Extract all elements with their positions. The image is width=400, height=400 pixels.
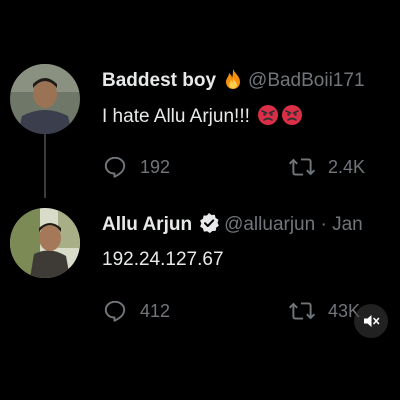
tweet-text: I hate Allu Arjun!!! bbox=[102, 104, 303, 133]
thread-connector-line bbox=[44, 134, 46, 198]
tweet-text-content: 192.24.127.67 bbox=[102, 249, 224, 270]
tweet-header: Baddest boy @BadBoii171 bbox=[102, 68, 365, 97]
avatar[interactable] bbox=[10, 64, 80, 134]
tweet-actions: 192 2.4K bbox=[102, 154, 400, 180]
user-handle[interactable]: @BadBoii171 bbox=[248, 70, 364, 91]
fire-icon bbox=[222, 68, 244, 97]
angry-face-icon bbox=[257, 104, 279, 133]
tweet-text: 192.24.127.67 bbox=[102, 248, 224, 272]
mute-button[interactable] bbox=[354, 304, 388, 338]
display-name[interactable]: Baddest boy bbox=[102, 70, 216, 91]
retweet-button[interactable]: 43K bbox=[288, 298, 360, 324]
angry-face-icon bbox=[281, 104, 303, 133]
reply-icon bbox=[104, 300, 126, 322]
retweet-count: 2.4K bbox=[328, 156, 366, 177]
mute-icon bbox=[364, 315, 380, 327]
display-name[interactable]: Allu Arjun bbox=[102, 214, 192, 235]
reply-button[interactable]: 192 bbox=[102, 154, 170, 180]
reply-icon bbox=[104, 156, 126, 178]
retweet-icon bbox=[288, 302, 316, 320]
avatar[interactable] bbox=[10, 208, 80, 278]
tweet-header: Allu Arjun @alluarjun · Jan bbox=[102, 212, 363, 241]
tweet-text-content: I hate Allu Arjun!!! bbox=[102, 106, 250, 127]
retweet-icon bbox=[288, 158, 316, 176]
reply-count: 412 bbox=[140, 300, 171, 321]
user-handle[interactable]: @alluarjun · Jan bbox=[224, 214, 363, 235]
verified-badge-icon bbox=[198, 212, 220, 241]
reply-count: 192 bbox=[140, 156, 171, 177]
reply-button[interactable]: 412 bbox=[102, 298, 170, 324]
retweet-button[interactable]: 2.4K bbox=[288, 154, 365, 180]
